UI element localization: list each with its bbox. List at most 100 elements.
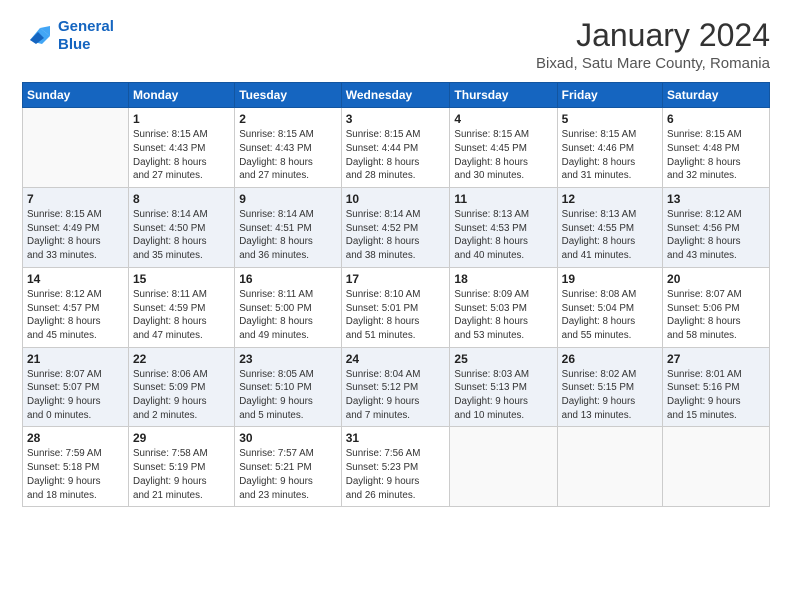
header-monday: Monday — [129, 83, 235, 108]
table-cell: 26 Sunrise: 8:02 AM Sunset: 5:15 PM Dayli… — [557, 347, 662, 427]
table-cell: 6 Sunrise: 8:15 AM Sunset: 4:48 PM Daylig… — [663, 108, 770, 188]
week-row-2: 7 Sunrise: 8:15 AM Sunset: 4:49 PM Daylig… — [23, 188, 770, 268]
day-info: Sunrise: 8:08 AM Sunset: 5:04 PM Dayligh… — [562, 288, 658, 343]
day-number: 26 — [562, 352, 658, 366]
table-cell: 13 Sunrise: 8:12 AM Sunset: 4:56 PM Dayli… — [663, 188, 770, 268]
day-info: Sunrise: 7:56 AM Sunset: 5:23 PM Dayligh… — [346, 447, 446, 502]
day-number: 3 — [346, 112, 446, 126]
header-tuesday: Tuesday — [235, 83, 342, 108]
header-wednesday: Wednesday — [341, 83, 450, 108]
day-info: Sunrise: 8:12 AM Sunset: 4:57 PM Dayligh… — [27, 288, 124, 343]
day-number: 15 — [133, 272, 230, 286]
day-number: 22 — [133, 352, 230, 366]
title-block: January 2024 Bixad, Satu Mare County, Ro… — [536, 18, 770, 72]
day-info: Sunrise: 8:15 AM Sunset: 4:44 PM Dayligh… — [346, 128, 446, 183]
day-info: Sunrise: 8:06 AM Sunset: 5:09 PM Dayligh… — [133, 368, 230, 423]
day-info: Sunrise: 8:01 AM Sunset: 5:16 PM Dayligh… — [667, 368, 765, 423]
day-number: 31 — [346, 431, 446, 445]
day-number: 1 — [133, 112, 230, 126]
table-cell: 30 Sunrise: 7:57 AM Sunset: 5:21 PM Dayli… — [235, 427, 342, 507]
day-info: Sunrise: 8:14 AM Sunset: 4:52 PM Dayligh… — [346, 208, 446, 263]
day-number: 23 — [239, 352, 337, 366]
table-cell: 12Sunrise: 8:13 AM Sunset: 4:55 PM Dayli… — [557, 188, 662, 268]
day-number: 17 — [346, 272, 446, 286]
day-info: Sunrise: 8:15 AM Sunset: 4:43 PM Dayligh… — [133, 128, 230, 183]
day-info: Sunrise: 7:59 AM Sunset: 5:18 PM Dayligh… — [27, 447, 124, 502]
day-info: Sunrise: 8:05 AM Sunset: 5:10 PM Dayligh… — [239, 368, 337, 423]
table-cell: 15Sunrise: 8:11 AM Sunset: 4:59 PM Dayli… — [129, 267, 235, 347]
table-cell: 4 Sunrise: 8:15 AM Sunset: 4:45 PM Daylig… — [450, 108, 557, 188]
table-cell — [450, 427, 557, 507]
day-info: Sunrise: 8:04 AM Sunset: 5:12 PM Dayligh… — [346, 368, 446, 423]
day-info: Sunrise: 8:15 AM Sunset: 4:49 PM Dayligh… — [27, 208, 124, 263]
table-cell — [663, 427, 770, 507]
day-number: 11 — [454, 192, 552, 206]
day-info: Sunrise: 8:03 AM Sunset: 5:13 PM Dayligh… — [454, 368, 552, 423]
header-thursday: Thursday — [450, 83, 557, 108]
day-info: Sunrise: 8:14 AM Sunset: 4:50 PM Dayligh… — [133, 208, 230, 263]
day-info: Sunrise: 7:57 AM Sunset: 5:21 PM Dayligh… — [239, 447, 337, 502]
day-number: 13 — [667, 192, 765, 206]
header-saturday: Saturday — [663, 83, 770, 108]
day-number: 27 — [667, 352, 765, 366]
table-cell — [557, 427, 662, 507]
day-info: Sunrise: 8:07 AM Sunset: 5:06 PM Dayligh… — [667, 288, 765, 343]
day-info: Sunrise: 8:12 AM Sunset: 4:56 PM Dayligh… — [667, 208, 765, 263]
table-cell: 14 Sunrise: 8:12 AM Sunset: 4:57 PM Dayli… — [23, 267, 129, 347]
table-cell: 16Sunrise: 8:11 AM Sunset: 5:00 PM Dayli… — [235, 267, 342, 347]
table-cell: 29 Sunrise: 7:58 AM Sunset: 5:19 PM Dayli… — [129, 427, 235, 507]
day-info: Sunrise: 8:11 AM Sunset: 5:00 PM Dayligh… — [239, 288, 337, 343]
table-cell: 1 Sunrise: 8:15 AM Sunset: 4:43 PM Daylig… — [129, 108, 235, 188]
day-number: 21 — [27, 352, 124, 366]
table-cell: 18Sunrise: 8:09 AM Sunset: 5:03 PM Dayli… — [450, 267, 557, 347]
table-cell: 22 Sunrise: 8:06 AM Sunset: 5:09 PM Dayli… — [129, 347, 235, 427]
day-number: 24 — [346, 352, 446, 366]
day-number: 10 — [346, 192, 446, 206]
logo-bird-icon — [22, 22, 54, 50]
table-cell: 7 Sunrise: 8:15 AM Sunset: 4:49 PM Daylig… — [23, 188, 129, 268]
week-row-3: 14 Sunrise: 8:12 AM Sunset: 4:57 PM Dayli… — [23, 267, 770, 347]
week-row-1: 1 Sunrise: 8:15 AM Sunset: 4:43 PM Daylig… — [23, 108, 770, 188]
table-cell — [23, 108, 129, 188]
day-info: Sunrise: 8:13 AM Sunset: 4:53 PM Dayligh… — [454, 208, 552, 263]
day-number: 28 — [27, 431, 124, 445]
day-number: 7 — [27, 192, 124, 206]
page: General Blue January 2024 Bixad, Satu Ma… — [0, 0, 792, 612]
day-info: Sunrise: 8:15 AM Sunset: 4:48 PM Dayligh… — [667, 128, 765, 183]
week-row-4: 21 Sunrise: 8:07 AM Sunset: 5:07 PM Dayli… — [23, 347, 770, 427]
day-number: 14 — [27, 272, 124, 286]
table-cell: 11 Sunrise: 8:13 AM Sunset: 4:53 PM Dayli… — [450, 188, 557, 268]
day-info: Sunrise: 7:58 AM Sunset: 5:19 PM Dayligh… — [133, 447, 230, 502]
table-cell: 25 Sunrise: 8:03 AM Sunset: 5:13 PM Dayli… — [450, 347, 557, 427]
day-info: Sunrise: 8:15 AM Sunset: 4:45 PM Dayligh… — [454, 128, 552, 183]
table-cell: 10 Sunrise: 8:14 AM Sunset: 4:52 PM Dayli… — [341, 188, 450, 268]
day-info: Sunrise: 8:07 AM Sunset: 5:07 PM Dayligh… — [27, 368, 124, 423]
day-number: 30 — [239, 431, 337, 445]
day-number: 8 — [133, 192, 230, 206]
table-cell: 27 Sunrise: 8:01 AM Sunset: 5:16 PM Dayli… — [663, 347, 770, 427]
day-info: Sunrise: 8:15 AM Sunset: 4:46 PM Dayligh… — [562, 128, 658, 183]
table-cell: 21 Sunrise: 8:07 AM Sunset: 5:07 PM Dayli… — [23, 347, 129, 427]
day-number: 25 — [454, 352, 552, 366]
table-cell: 17 Sunrise: 8:10 AM Sunset: 5:01 PM Dayli… — [341, 267, 450, 347]
logo-text: General Blue — [58, 18, 114, 54]
day-info: Sunrise: 8:14 AM Sunset: 4:51 PM Dayligh… — [239, 208, 337, 263]
day-number: 9 — [239, 192, 337, 206]
day-number: 2 — [239, 112, 337, 126]
table-cell: 2Sunrise: 8:15 AM Sunset: 4:43 PM Daylig… — [235, 108, 342, 188]
header-friday: Friday — [557, 83, 662, 108]
day-number: 12 — [562, 192, 658, 206]
logo: General Blue — [22, 18, 114, 54]
day-number: 4 — [454, 112, 552, 126]
header: General Blue January 2024 Bixad, Satu Ma… — [22, 18, 770, 72]
day-number: 20 — [667, 272, 765, 286]
day-info: Sunrise: 8:02 AM Sunset: 5:15 PM Dayligh… — [562, 368, 658, 423]
calendar: Sunday Monday Tuesday Wednesday Thursday… — [22, 82, 770, 507]
day-number: 18 — [454, 272, 552, 286]
header-sunday: Sunday — [23, 83, 129, 108]
day-number: 29 — [133, 431, 230, 445]
table-cell: 5Sunrise: 8:15 AM Sunset: 4:46 PM Daylig… — [557, 108, 662, 188]
day-info: Sunrise: 8:10 AM Sunset: 5:01 PM Dayligh… — [346, 288, 446, 343]
day-number: 6 — [667, 112, 765, 126]
subtitle: Bixad, Satu Mare County, Romania — [536, 55, 770, 72]
